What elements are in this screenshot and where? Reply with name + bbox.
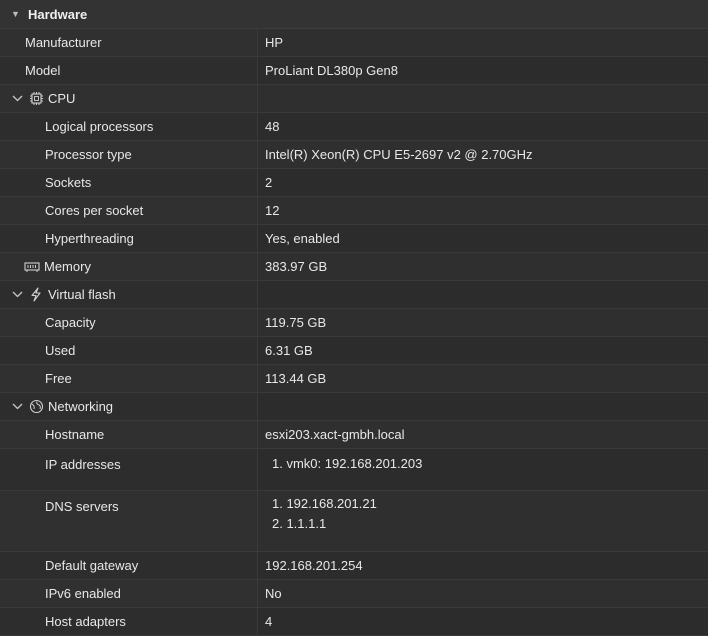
property-label: IPv6 enabled — [0, 580, 258, 607]
property-label: Sockets — [0, 169, 258, 196]
property-value: 6.31 GB — [258, 337, 708, 364]
property-value: 383.97 GB — [258, 253, 708, 280]
property-row-host-adapters: Host adapters 4 — [0, 608, 708, 636]
property-row-ip-addresses: IP addresses 1. vmk0: 192.168.201.203 — [0, 449, 708, 491]
property-label: Model — [0, 57, 258, 84]
group-value-empty — [258, 85, 708, 112]
property-row-model: Model ProLiant DL380p Gen8 — [0, 57, 708, 85]
ip-address-list: 1. vmk0: 192.168.201.203 — [258, 449, 708, 490]
lightning-icon — [28, 287, 44, 303]
property-label: Cores per socket — [0, 197, 258, 224]
property-value: 119.75 GB — [258, 309, 708, 336]
hardware-panel: ▼ Hardware Manufacturer HP Model ProLian… — [0, 0, 708, 636]
property-value: 12 — [258, 197, 708, 224]
property-row-dns-servers: DNS servers 1. 192.168.201.21 2. 1.1.1.1 — [0, 491, 708, 552]
list-item: 1. vmk0: 192.168.201.203 — [272, 456, 423, 471]
group-row-memory: Memory 383.97 GB — [0, 253, 708, 281]
section-title: Hardware — [28, 6, 88, 22]
property-label: Hostname — [0, 421, 258, 448]
property-row-manufacturer: Manufacturer HP — [0, 29, 708, 57]
property-label: Free — [0, 365, 258, 392]
caret-down-icon[interactable]: ▼ — [11, 9, 20, 19]
property-value: HP — [258, 29, 708, 56]
memory-module-icon — [24, 259, 40, 275]
property-label: Default gateway — [0, 552, 258, 579]
group-row-networking[interactable]: Networking — [0, 393, 708, 421]
property-label: DNS servers — [0, 491, 258, 551]
cpu-chip-icon — [28, 91, 44, 107]
group-label: CPU — [48, 91, 76, 106]
property-value: 113.44 GB — [258, 365, 708, 392]
property-label: IP addresses — [0, 449, 258, 490]
property-row-cores-per-socket: Cores per socket 12 — [0, 197, 708, 225]
property-label: Capacity — [0, 309, 258, 336]
property-value: Intel(R) Xeon(R) CPU E5-2697 v2 @ 2.70GH… — [258, 141, 708, 168]
property-value: 48 — [258, 113, 708, 140]
property-value: ProLiant DL380p Gen8 — [258, 57, 708, 84]
property-row-sockets: Sockets 2 — [0, 169, 708, 197]
properties-list: Manufacturer HP Model ProLiant DL380p Ge… — [0, 29, 708, 636]
property-value: esxi203.xact-gmbh.local — [258, 421, 708, 448]
chevron-down-icon[interactable] — [10, 92, 24, 106]
property-label: Logical processors — [0, 113, 258, 140]
property-row-logical-processors: Logical processors 48 — [0, 113, 708, 141]
list-item: 2. 1.1.1.1 — [272, 516, 327, 531]
property-label: Processor type — [0, 141, 258, 168]
group-row-virtual-flash[interactable]: Virtual flash — [0, 281, 708, 309]
list-item: 1. 192.168.201.21 — [272, 496, 377, 511]
group-value-empty — [258, 281, 708, 308]
property-row-default-gateway: Default gateway 192.168.201.254 — [0, 552, 708, 580]
group-label: Networking — [48, 399, 114, 414]
group-value-empty — [258, 393, 708, 420]
property-row-used: Used 6.31 GB — [0, 337, 708, 365]
hardware-section-header[interactable]: ▼ Hardware — [0, 0, 708, 29]
property-row-processor-type: Processor type Intel(R) Xeon(R) CPU E5-2… — [0, 141, 708, 169]
property-value: 2 — [258, 169, 708, 196]
property-row-hyperthreading: Hyperthreading Yes, enabled — [0, 225, 708, 253]
dns-server-list: 1. 192.168.201.21 2. 1.1.1.1 — [258, 491, 708, 551]
property-label: Used — [0, 337, 258, 364]
property-label: Hyperthreading — [0, 225, 258, 252]
property-value: 192.168.201.254 — [258, 552, 708, 579]
property-value: Yes, enabled — [258, 225, 708, 252]
chevron-down-icon[interactable] — [10, 400, 24, 414]
property-row-capacity: Capacity 119.75 GB — [0, 309, 708, 337]
property-label: Manufacturer — [0, 29, 258, 56]
chevron-down-icon[interactable] — [10, 288, 24, 302]
network-globe-icon — [28, 399, 44, 415]
property-row-hostname: Hostname esxi203.xact-gmbh.local — [0, 421, 708, 449]
property-row-free: Free 113.44 GB — [0, 365, 708, 393]
group-row-cpu[interactable]: CPU — [0, 85, 708, 113]
property-value: No — [258, 580, 708, 607]
group-label: Virtual flash — [48, 287, 116, 302]
group-label: Memory — [44, 259, 91, 274]
property-row-ipv6-enabled: IPv6 enabled No — [0, 580, 708, 608]
